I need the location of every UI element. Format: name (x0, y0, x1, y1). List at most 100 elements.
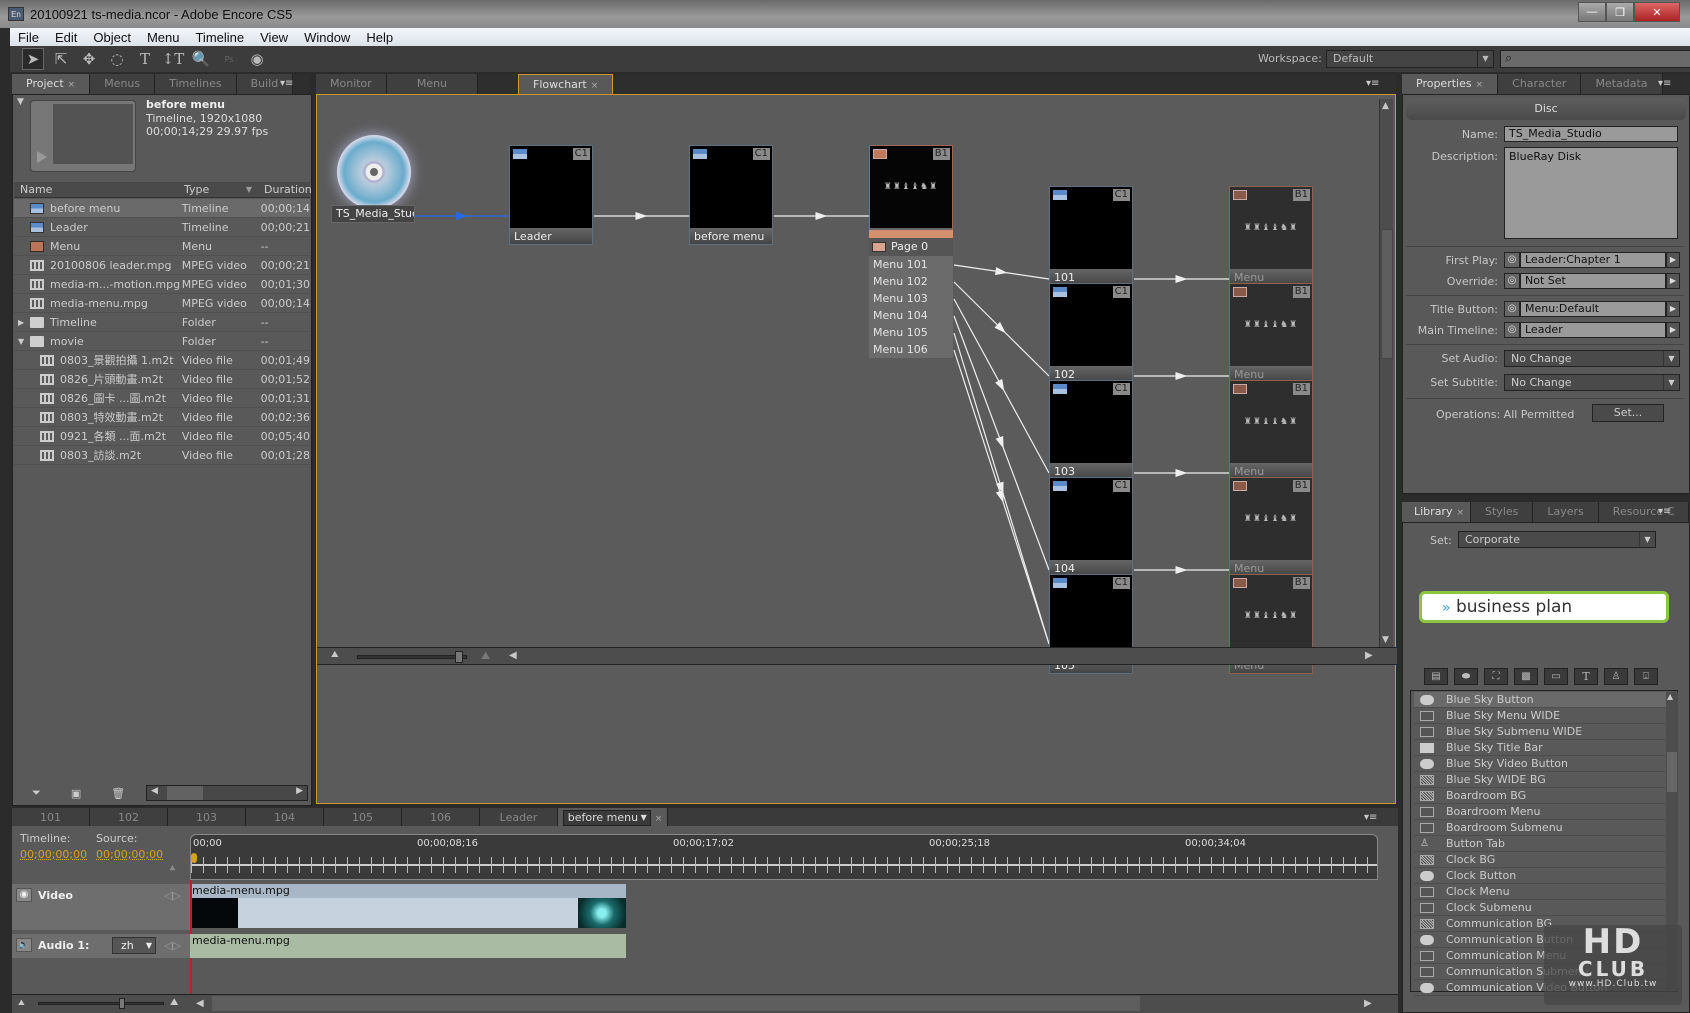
zoom-out-icon[interactable]: ⛰ (18, 998, 25, 1008)
arrow-right-icon[interactable]: ▶ (1666, 252, 1680, 268)
library-item[interactable]: Blue Sky Title Bar (1414, 740, 1666, 756)
close-button[interactable]: ✕ (1634, 2, 1680, 22)
tab-properties[interactable]: Properties × (1402, 74, 1499, 94)
arrow-right-icon[interactable]: ▶ (1666, 322, 1680, 338)
library-item[interactable]: Boardroom Submenu (1414, 820, 1666, 836)
tab-timeline-leader[interactable]: Leader (480, 808, 558, 828)
collapse-preview-icon[interactable]: ▼ (17, 97, 24, 107)
menu-window[interactable]: Window (296, 30, 358, 45)
set-audio-select[interactable]: No Change ▼ (1504, 350, 1680, 367)
main-timeline-field[interactable]: ◎ Leader ▶ (1504, 322, 1680, 338)
flowchart-canvas[interactable]: TS_Media_Stuc C1 Leader C1 before menu B1 ♜♜♝… (316, 94, 1397, 804)
library-item[interactable]: Blue Sky WIDE BG (1414, 772, 1666, 788)
scroll-right-icon[interactable]: ▶ (1364, 998, 1372, 1009)
menu-view[interactable]: View (252, 30, 296, 45)
project-item[interactable]: ▼ movie Folder -- (14, 332, 310, 351)
flow-node-timeline[interactable]: C1 103 (1049, 380, 1133, 480)
tab-library[interactable]: Library × (1402, 502, 1472, 522)
zoom-in-icon[interactable]: ⛰ (481, 649, 490, 663)
menu-button-item[interactable]: Menu 103 (869, 290, 953, 307)
scroll-thumb[interactable] (1667, 752, 1677, 792)
keyframe-nav-icon[interactable]: ◁▷ (164, 889, 181, 902)
menu-button-item[interactable]: Menu 104 (869, 307, 953, 324)
scroll-left-icon[interactable]: ◀ (151, 786, 158, 796)
project-item[interactable]: media-m...-motion.mpg MPEG video 00;01;30 (14, 275, 310, 294)
library-item[interactable]: Clock Menu (1414, 884, 1666, 900)
flow-node-return-menu[interactable]: B1 ♜♜♝♝♞♜ Menu (1229, 380, 1313, 480)
menu-page[interactable]: Page 0 (869, 238, 953, 256)
flow-node-timeline[interactable]: C1 105 (1049, 574, 1133, 674)
scroll-right-icon[interactable]: ▶ (296, 786, 303, 796)
time-ruler[interactable]: 00;00 00;00;08;16 00;00;17;02 00;00;25;1… (190, 834, 1378, 880)
tab-metadata[interactable]: Metadata (1581, 74, 1663, 94)
maximize-button[interactable]: ❐ (1606, 2, 1634, 22)
close-tab-icon[interactable]: × (655, 814, 663, 824)
library-item[interactable]: Clock Button (1414, 868, 1666, 884)
flow-node-timeline[interactable]: C1 101 (1049, 186, 1133, 286)
flow-node-leader[interactable]: C1 Leader (509, 145, 593, 245)
vertical-text-tool-icon[interactable]: ↕T (162, 48, 185, 70)
zoom-out-icon[interactable]: ⛰ (331, 650, 339, 660)
new-item-icon[interactable]: ▣ (71, 787, 81, 800)
tab-timeline-103[interactable]: 103 (168, 808, 246, 828)
scroll-left-icon[interactable]: ◀ (196, 998, 204, 1009)
project-item[interactable]: Leader Timeline 00;00;21 (14, 218, 310, 237)
tab-project[interactable]: Project × (12, 74, 91, 94)
description-field[interactable]: BlueRay Disk (1504, 147, 1678, 239)
project-item[interactable]: before menu Timeline 00;00;14 (14, 199, 310, 218)
col-name[interactable]: Name (14, 182, 178, 197)
scroll-left-icon[interactable]: ◀ (509, 650, 517, 661)
project-item[interactable]: 0803_特效動畫.m2t Video file 00;02;36 (14, 408, 310, 427)
workspace-select[interactable]: Default ▼ (1326, 50, 1494, 68)
flow-node-return-menu[interactable]: B1 ♜♜♝♝♞♜ Menu (1229, 574, 1313, 674)
close-tab-icon[interactable]: × (1456, 508, 1464, 518)
project-item[interactable]: 0921_各類 ...面.m2t Video file 00;05;40 (14, 427, 310, 446)
eye-icon[interactable]: ◉ (16, 888, 32, 902)
zoom-in-icon[interactable]: ⛰ (170, 997, 178, 1008)
panel-menu-icon[interactable]: ▾≡ (1364, 812, 1377, 823)
panel-menu-icon[interactable]: ▾≡ (1658, 78, 1671, 89)
minimize-button[interactable]: — (1578, 2, 1606, 22)
scroll-right-icon[interactable]: ▶ (1365, 650, 1373, 661)
tab-timeline-101[interactable]: 101 (12, 808, 90, 828)
project-item[interactable]: 0826_圖卡 ...圖.m2t Video file 00;01;31 (14, 389, 310, 408)
tab-styles[interactable]: Styles (1471, 502, 1534, 522)
filter-replace-icon[interactable]: ⍗ (1634, 668, 1658, 685)
menu-file[interactable]: File (10, 30, 47, 45)
project-item[interactable]: Menu Menu -- (14, 237, 310, 256)
tab-timeline-105[interactable]: 105 (324, 808, 402, 828)
disc-icon[interactable] (337, 135, 411, 209)
menu-timeline[interactable]: Timeline (187, 30, 252, 45)
filter-icon[interactable]: ⏷ (32, 786, 41, 800)
tab-timeline-102[interactable]: 102 (90, 808, 168, 828)
filter-images-icon[interactable]: ⛶ (1484, 668, 1508, 685)
selection-tool-icon[interactable]: ➤ (22, 48, 44, 70)
project-item[interactable]: 0803_景觀拍攝 1.m2t Video file 00;01;49 (14, 351, 310, 370)
tab-menu[interactable]: Menu (386, 74, 479, 94)
add-marker-icon[interactable]: ⯅ (168, 862, 177, 876)
project-item[interactable]: 0803_訪談.m2t Video file 00;01;28 (14, 446, 310, 465)
flow-node-menu[interactable]: B1♜♜♝♝♞♜Menu (869, 145, 953, 245)
arrow-right-icon[interactable]: ▶ (1666, 273, 1680, 289)
source-timecode[interactable]: 00;00;00;00 (96, 848, 163, 861)
arrow-right-icon[interactable]: ▶ (1666, 301, 1680, 317)
menu-button-item[interactable]: Menu 101 (869, 256, 953, 273)
pickwhip-icon[interactable]: ◎ (1504, 322, 1520, 338)
close-tab-icon[interactable]: × (591, 81, 599, 91)
scroll-thumb[interactable] (1381, 229, 1393, 359)
keyframe-nav-icon[interactable]: ◁▷ (164, 939, 181, 952)
tab-layers[interactable]: Layers (1533, 502, 1599, 522)
filter-menus-icon[interactable]: ▤ (1424, 668, 1448, 685)
video-clip[interactable]: media-menu.mpg (190, 884, 626, 928)
panel-menu-icon[interactable]: ▾≡ (1658, 506, 1671, 517)
library-item[interactable]: Clock Submenu (1414, 900, 1666, 916)
library-item[interactable]: Blue Sky Menu WIDE (1414, 708, 1666, 724)
library-item[interactable]: Blue Sky Video Button (1414, 756, 1666, 772)
library-item[interactable]: Boardroom BG (1414, 788, 1666, 804)
expand-icon[interactable]: ▼ (18, 332, 24, 351)
library-item[interactable]: Blue Sky Submenu WIDE (1414, 724, 1666, 740)
menu-object[interactable]: Object (85, 30, 139, 45)
flow-node-return-menu[interactable]: B1 ♜♜♝♝♞♜ Menu (1229, 186, 1313, 286)
pickwhip-icon[interactable]: ◎ (1504, 252, 1520, 268)
tab-monitor[interactable]: Monitor (316, 74, 387, 94)
